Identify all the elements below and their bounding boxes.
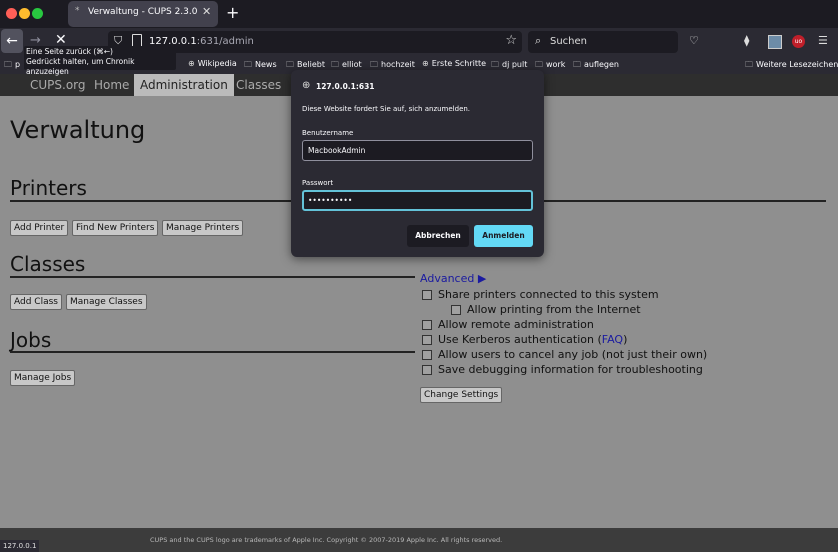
password-label: Passwort xyxy=(302,179,334,187)
bookmark-item[interactable]: 🗀 News xyxy=(244,59,277,73)
add-printer-button[interactable]: Add Printer xyxy=(10,220,69,236)
status-bar-url: 127.0.0.1 xyxy=(0,540,40,552)
cancel-button[interactable]: Abbrechen xyxy=(407,225,469,247)
tooltip-line: Gedrückt halten, um Chronik anzuzeigen xyxy=(26,57,135,76)
tab-bar: * Verwaltung - CUPS 2.3.0 ✕ + xyxy=(0,0,838,28)
other-bookmarks[interactable]: 🗀 Weitere Lesezeichen xyxy=(745,59,838,73)
zoom-window-button[interactable] xyxy=(32,8,43,19)
faq-link[interactable]: FAQ xyxy=(602,333,623,346)
auth-dialog: ⊕ 127.0.0.1:631 Diese Website fordert Si… xyxy=(291,70,544,257)
option-debug-logging[interactable]: Save debugging information for troublesh… xyxy=(422,363,703,376)
folder-icon: 🗀 xyxy=(535,60,543,69)
checkbox[interactable] xyxy=(422,335,432,345)
back-button-tooltip: Eine Seite zurück (⌘←) Gedrückt halten, … xyxy=(24,46,176,76)
screenshot-extension-icon[interactable] xyxy=(768,35,782,49)
checkbox[interactable] xyxy=(451,305,461,315)
nav-administration[interactable]: Administration xyxy=(134,74,234,96)
new-tab-button[interactable]: + xyxy=(226,3,239,22)
pocket-icon[interactable]: ♡ xyxy=(689,34,699,47)
classes-heading: Classes xyxy=(10,252,86,276)
nav-home[interactable]: Home xyxy=(88,74,135,96)
page-title: Verwaltung xyxy=(10,116,146,144)
page-footer: CUPS and the CUPS logo are trademarks of… xyxy=(0,528,838,552)
globe-icon: ⊕ xyxy=(302,80,311,91)
password-field[interactable]: •••••••••• xyxy=(302,190,533,211)
close-window-button[interactable] xyxy=(6,8,17,19)
checkbox[interactable] xyxy=(422,290,432,300)
checkbox[interactable] xyxy=(422,320,432,330)
search-placeholder: Suchen xyxy=(550,36,588,47)
bookmark-item[interactable]: ⊕ Wikipedia xyxy=(188,59,237,68)
nav-classes[interactable]: Classes xyxy=(230,74,287,96)
login-button[interactable]: Anmelden xyxy=(474,225,533,247)
option-remote-admin[interactable]: Allow remote administration xyxy=(422,318,594,331)
change-settings-button[interactable]: Change Settings xyxy=(420,387,503,403)
folder-icon: 🗀 xyxy=(745,60,753,69)
manage-jobs-button[interactable]: Manage Jobs xyxy=(10,370,76,386)
add-class-button[interactable]: Add Class xyxy=(10,294,62,310)
menu-icon[interactable]: ☰ xyxy=(818,34,828,47)
folder-icon: 🗀 xyxy=(4,60,12,69)
option-users-cancel-jobs[interactable]: Allow users to cancel any job (not just … xyxy=(422,348,707,361)
checkbox[interactable] xyxy=(422,350,432,360)
advanced-link[interactable]: Advanced ▶ xyxy=(420,272,486,285)
username-value: MacbookAdmin xyxy=(308,146,366,155)
ublock-icon[interactable]: uo xyxy=(792,35,805,48)
bookmark-item[interactable]: 🗀 auflegen xyxy=(573,59,619,73)
password-value: •••••••••• xyxy=(308,196,353,205)
folder-icon: 🗀 xyxy=(573,60,581,69)
username-label: Benutzername xyxy=(302,129,354,137)
back-button[interactable]: ← xyxy=(1,29,23,53)
manage-printers-button[interactable]: Manage Printers xyxy=(162,220,244,236)
manage-classes-button[interactable]: Manage Classes xyxy=(66,294,147,310)
footer-copyright: CUPS and the CUPS logo are trademarks of… xyxy=(150,536,503,544)
search-icon: ⌕ xyxy=(535,34,542,47)
globe-icon: ⊕ xyxy=(188,59,195,68)
folder-icon: 🗀 xyxy=(244,60,252,69)
jobs-heading: Jobs xyxy=(10,328,52,352)
minimize-window-button[interactable] xyxy=(19,8,30,19)
tab-close-icon[interactable]: ✕ xyxy=(202,5,211,18)
bookmark-item[interactable]: ⊕ Erste Schritte xyxy=(422,59,486,68)
bookmark-star-icon[interactable]: ☆ xyxy=(505,33,517,48)
globe-icon: ⊕ xyxy=(422,59,429,68)
classes-divider xyxy=(10,276,415,278)
checkbox[interactable] xyxy=(422,365,432,375)
url-path: :631/admin xyxy=(196,36,254,47)
username-field[interactable]: MacbookAdmin xyxy=(302,140,533,161)
folder-icon: 🗀 xyxy=(491,60,499,69)
search-bar[interactable]: ⌕ Suchen xyxy=(528,31,678,53)
option-kerberos[interactable]: Use Kerberos authentication (FAQ) xyxy=(422,333,627,346)
browser-tab[interactable]: * Verwaltung - CUPS 2.3.0 ✕ xyxy=(68,1,218,27)
tab-title: Verwaltung - CUPS 2.3.0 xyxy=(88,7,198,17)
printers-heading: Printers xyxy=(10,176,87,200)
nav-cups-org[interactable]: CUPS.org xyxy=(24,74,92,96)
folder-icon: 🗀 xyxy=(331,60,339,69)
find-new-printers-button[interactable]: Find New Printers xyxy=(72,220,159,236)
dialog-host: 127.0.0.1:631 xyxy=(316,82,375,91)
folder-icon: 🗀 xyxy=(286,60,294,69)
jobs-divider xyxy=(10,351,415,353)
tooltip-line: Eine Seite zurück (⌘←) xyxy=(26,47,113,56)
dialog-message: Diese Website fordert Sie auf, sich anzu… xyxy=(302,105,471,113)
option-allow-internet-printing[interactable]: Allow printing from the Internet xyxy=(451,303,641,316)
extension-icon[interactable]: ⧫ xyxy=(744,34,749,47)
bookmark-item[interactable]: 🗀 p xyxy=(4,59,20,73)
option-share-printers[interactable]: Share printers connected to this system xyxy=(422,288,659,301)
tab-favicon: * xyxy=(75,6,80,16)
folder-icon: 🗀 xyxy=(370,60,378,69)
